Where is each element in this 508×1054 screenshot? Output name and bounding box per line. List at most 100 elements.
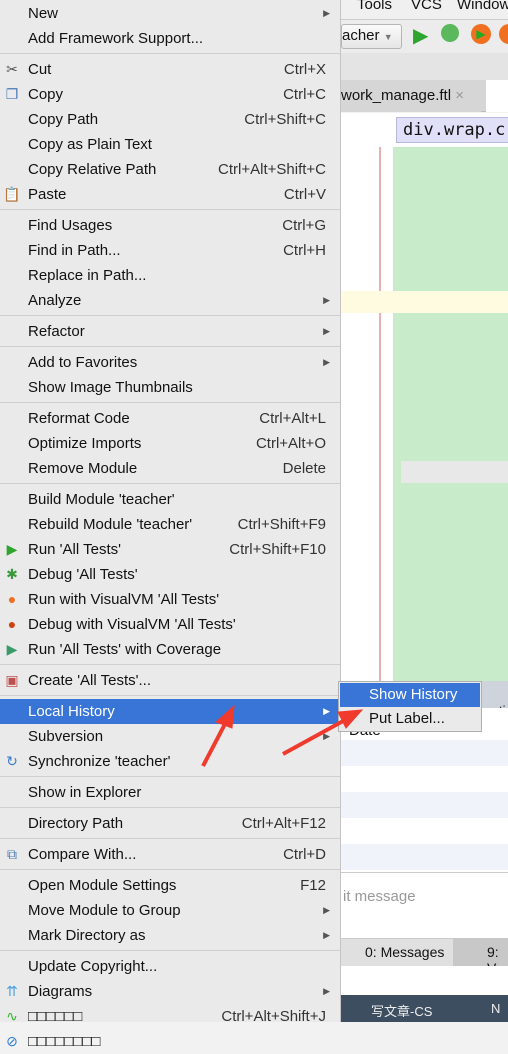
menu-item-label: Local History [28,703,115,720]
menu-item-label: Add Framework Support... [28,30,204,47]
menu-item-update-copyright[interactable]: Update Copyright... [0,954,340,979]
menu-item-diagrams[interactable]: ⇈ Diagrams ▶ [0,979,340,1004]
menu-item-copy-path[interactable]: Copy Path Ctrl+Shift+C [0,107,340,132]
menu-item-run-with-visualvm-all-tests[interactable]: ● Run with VisualVM 'All Tests' [0,587,340,612]
menu-item-refactor[interactable]: Refactor ▶ [0,319,340,344]
submenu-arrow-icon: ▶ [323,905,330,915]
menu-item-build-module-teacher[interactable]: Build Module 'teacher' [0,487,340,512]
menu-item-run-all-tests-with-coverage[interactable]: ▶ Run 'All Tests' with Coverage [0,637,340,662]
menu-item-put-label[interactable]: Put Label... [340,707,480,731]
shortcut: Ctrl+Alt+O [255,435,326,452]
menu-item-label: □□□□□□ [28,1008,83,1025]
menu-item-synchronize-teacher[interactable]: ↻ Synchronize 'teacher' [0,749,340,774]
tool-tab-messages[interactable]: 0: Messages [365,944,444,960]
shortcut: Ctrl+V [283,186,326,203]
menu-item-[interactable]: ∿ □□□□□□ Ctrl+Alt+Shift+J [0,1004,340,1029]
visualvm-run-icon: ● [7,591,17,607]
menu-item-cut[interactable]: ✂ Cut Ctrl+X [0,57,340,82]
menu-item-label: Find in Path... [28,242,121,259]
menu-item-rebuild-module-teacher[interactable]: Rebuild Module 'teacher' Ctrl+Shift+F9 [0,512,340,537]
menu-item-show-history[interactable]: Show History [340,683,480,707]
menu-item-find-usages[interactable]: Find Usages Ctrl+G [0,213,340,238]
menu-item-directory-path[interactable]: Directory Path Ctrl+Alt+F12 [0,811,340,836]
menu-item-compare-with[interactable]: ⧉ Compare With... Ctrl+D [0,842,340,867]
menu-item-create-all-tests[interactable]: ▣ Create 'All Tests'... [0,668,340,693]
menu-vcs[interactable]: VCS [411,0,442,13]
menu-item-label: Update Copyright... [28,958,158,975]
local-history-submenu: Show History Put Label... [338,681,482,732]
ide-menubar: Tools VCS Window [341,0,508,20]
shortcut: Delete [282,460,326,477]
visualvm-debug-icon[interactable] [499,24,508,44]
run-icon[interactable]: ▶ [413,23,428,48]
shortcut: F12 [300,877,326,894]
submenu-arrow-icon: ▶ [323,731,330,741]
visualvm-debug-icon: ● [7,616,17,632]
compare-icon: ⧉ [7,846,17,862]
menu-item-label: Find Usages [28,217,113,234]
editor[interactable] [341,147,508,681]
menu-item-show-image-thumbnails[interactable]: Show Image Thumbnails [0,375,340,400]
menu-item-label: Open Module Settings [28,877,177,894]
menu-item-reformat-code[interactable]: Reformat Code Ctrl+Alt+L [0,406,340,431]
menu-item-copy-relative-path[interactable]: Copy Relative Path Ctrl+Alt+Shift+C [0,157,340,182]
activity-icon: ∿ [6,1008,18,1024]
menu-item-open-module-settings[interactable]: Open Module Settings F12 [0,873,340,898]
submenu-arrow-icon: ▶ [323,930,330,940]
taskbar-chrome[interactable]: 写文章-CS [371,1001,432,1020]
menu-item-label: Analyze [28,292,82,309]
changed-lines-highlight [393,147,508,681]
copy-icon: ❐ [5,86,19,102]
menu-item-move-module-to-group[interactable]: Move Module to Group ▶ [0,898,340,923]
menu-item-remove-module[interactable]: Remove Module Delete [0,456,340,481]
tool-window-bar: 0: Messages 9: V [341,938,508,976]
menu-item-label: Compare With... [28,846,137,863]
menu-item-label: Build Module 'teacher' [28,491,175,508]
visualvm-icon[interactable]: ▶ [471,24,491,44]
menu-item-label: Run 'All Tests' [28,541,121,558]
menu-item-subversion[interactable]: Subversion ▶ [0,724,340,749]
tab-active[interactable] [486,80,508,112]
menu-item-debug-with-visualvm-all-tests[interactable]: ● Debug with VisualVM 'All Tests' [0,612,340,637]
paste-icon: 📋 [3,186,21,202]
shortcut: Ctrl+Shift+F10 [229,541,326,558]
menu-item-label: Debug 'All Tests' [28,566,138,583]
shortcut: Ctrl+G [282,217,326,234]
commit-message-input[interactable]: it message [343,888,416,905]
menu-window[interactable]: Window [457,0,508,13]
menu-item-paste[interactable]: 📋 Paste Ctrl+V [0,182,340,207]
tab-work-manage[interactable]: work_manage.ftl × [341,82,481,112]
menu-item-label: Refactor [28,323,85,340]
menu-item-add-framework-support[interactable]: Add Framework Support... [0,26,340,51]
debug-icon[interactable] [441,24,459,42]
menu-item-run-all-tests[interactable]: ▶ Run 'All Tests' Ctrl+Shift+F10 [0,537,340,562]
menu-item-local-history[interactable]: Local History ▶ [0,699,340,724]
menu-item-copy[interactable]: ❐ Copy Ctrl+C [0,82,340,107]
menu-item-replace-in-path[interactable]: Replace in Path... [0,263,340,288]
menu-item-label: Debug with VisualVM 'All Tests' [28,616,236,633]
menu-item-add-to-favorites[interactable]: Add to Favorites ▶ [0,350,340,375]
editor-tabs: work_manage.ftl × [341,80,508,112]
menu-item-mark-directory-as[interactable]: Mark Directory as ▶ [0,923,340,948]
menu-item-label: Copy [28,86,64,103]
shortcut: Ctrl+Alt+F12 [241,815,326,832]
menu-item-show-in-explorer[interactable]: Show in Explorer [0,780,340,805]
menu-item-label: Paste [28,186,67,203]
submenu-arrow-icon: ▶ [323,326,330,336]
menu-item-[interactable]: ⊘ □□□□□□□□ [0,1029,340,1054]
menu-item-find-in-path[interactable]: Find in Path... Ctrl+H [0,238,340,263]
menu-item-copy-as-plain-text[interactable]: Copy as Plain Text [0,132,340,157]
menu-item-optimize-imports[interactable]: Optimize Imports Ctrl+Alt+O [0,431,340,456]
menu-item-debug-all-tests[interactable]: ✱ Debug 'All Tests' [0,562,340,587]
menu-item-label: Mark Directory as [28,927,146,944]
history-panel: Date it message [341,708,508,938]
run-config-select[interactable]: acher ▼ [341,24,402,49]
menu-item-new[interactable]: New ▶ [0,1,340,26]
menu-item-label: Show Image Thumbnails [28,379,193,396]
menu-item-analyze[interactable]: Analyze ▶ [0,288,340,313]
submenu-arrow-icon: ▶ [323,8,330,18]
menu-item-label: Show in Explorer [28,784,142,801]
toolbar-spacer [341,53,508,80]
taskbar-item[interactable]: N [491,1001,500,1016]
menu-tools[interactable]: Tools [357,0,392,13]
